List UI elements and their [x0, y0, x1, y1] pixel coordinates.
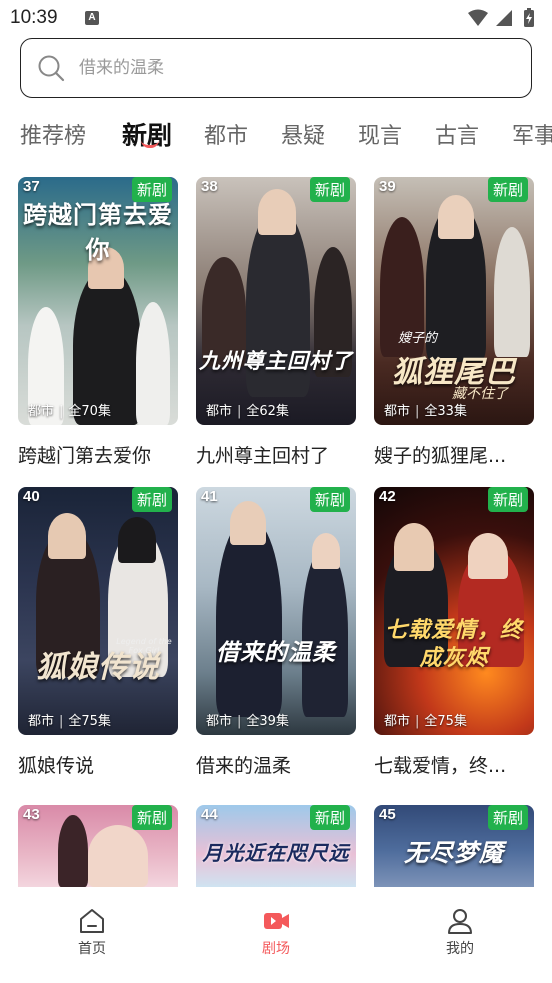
- new-badge: 新剧: [131, 805, 172, 830]
- search-icon: [38, 55, 65, 82]
- genre-label: 都市: [206, 404, 233, 419]
- rank-number: 42: [379, 488, 396, 505]
- drama-card[interactable]: 九州尊主回村了 38 新剧 都市 | 全62集 九州尊主回村了: [196, 177, 356, 468]
- user-icon: [448, 909, 472, 934]
- new-badge: 新剧: [309, 805, 350, 830]
- drama-meta: 都市 | 全70集: [28, 404, 111, 419]
- drama-meta: 都市 | 全33集: [384, 404, 467, 419]
- tab-urban[interactable]: 都市: [204, 118, 248, 150]
- episodes-label: 全33集: [424, 404, 467, 419]
- poster: 嫂子的 狐狸尾巴 藏不住了 39 新剧 都市 | 全33集: [374, 177, 534, 425]
- genre-label: 都市: [384, 714, 411, 729]
- genre-label: 都市: [28, 404, 55, 419]
- episodes-label: 全75集: [68, 714, 111, 729]
- home-icon: [80, 909, 104, 933]
- new-badge: 新剧: [487, 177, 528, 202]
- rank-number: 44: [201, 806, 218, 823]
- bottom-navigation: 首页 剧场 我的: [0, 888, 552, 983]
- search-box[interactable]: [20, 38, 532, 98]
- poster-title: 无尽梦魇: [404, 839, 504, 867]
- drama-title[interactable]: 狐娘传说: [18, 751, 178, 778]
- drama-card[interactable]: 月光近在咫尺远 44 新剧: [196, 805, 356, 887]
- episodes-label: 全75集: [424, 714, 467, 729]
- rank-number: 40: [23, 488, 40, 505]
- new-badge: 新剧: [131, 177, 172, 202]
- drama-title[interactable]: 九州尊主回村了: [196, 441, 356, 468]
- nav-profile[interactable]: 我的: [410, 906, 510, 958]
- drama-card[interactable]: 嫂子的 狐狸尾巴 藏不住了 39 新剧 都市 | 全33集 嫂子的狐狸尾...: [374, 177, 534, 468]
- tab-recommend[interactable]: 推荐榜: [20, 118, 86, 150]
- drama-card[interactable]: 七载爱情，终成灰烬 42 新剧 都市 | 全75集 七载爱情，终...: [374, 487, 534, 778]
- rank-number: 39: [379, 178, 396, 195]
- drama-card[interactable]: 无尽梦魇 45 新剧: [374, 805, 534, 887]
- new-badge: 新剧: [487, 487, 528, 512]
- status-bar: 10:39 A: [0, 0, 552, 36]
- notification-a-icon: A: [85, 11, 99, 25]
- rank-number: 45: [379, 806, 396, 823]
- nav-theater[interactable]: 剧场: [226, 906, 326, 958]
- poster-title: 借来的温柔: [216, 640, 336, 666]
- episodes-label: 全62集: [246, 404, 289, 419]
- poster: 月光近在咫尺远 44 新剧: [196, 805, 356, 887]
- tab-modern-romance[interactable]: 现言: [358, 118, 402, 150]
- rank-number: 38: [201, 178, 218, 195]
- drama-title[interactable]: 借来的温柔: [196, 751, 356, 778]
- nav-home-label: 首页: [78, 941, 106, 957]
- drama-card[interactable]: 狐娘传说 Legend of the Fox Girl 40 新剧 都市 | 全75…: [18, 487, 178, 778]
- drama-meta: 都市 | 全62集: [206, 404, 289, 419]
- poster: 43 新剧: [18, 805, 178, 887]
- drama-title[interactable]: 跨越门第去爱你: [18, 441, 178, 468]
- drama-meta: 都市 | 全39集: [206, 714, 289, 729]
- new-badge: 新剧: [487, 805, 528, 830]
- tab-ancient-romance[interactable]: 古言: [435, 118, 479, 150]
- drama-card[interactable]: 43 新剧: [18, 805, 178, 887]
- nav-home[interactable]: 首页: [42, 906, 142, 958]
- poster: 九州尊主回村了 38 新剧 都市 | 全62集: [196, 177, 356, 425]
- video-icon: [264, 913, 289, 929]
- category-tabs: 推荐榜 新剧 都市 悬疑 现言 古言 军事: [0, 112, 552, 162]
- poster-title: 九州尊主回村了: [199, 349, 353, 373]
- signal-icon: [496, 10, 512, 26]
- poster: 借来的温柔 41 新剧 都市 | 全39集: [196, 487, 356, 735]
- drama-title[interactable]: 嫂子的狐狸尾...: [374, 441, 534, 468]
- wifi-icon: [468, 9, 488, 26]
- drama-meta: 都市 | 全75集: [384, 714, 467, 729]
- drama-grid: 跨越门第去爱你 37 新剧 都市 | 全70集 跨越门第去爱你 九州尊主回村了 38…: [0, 177, 552, 887]
- nav-theater-label: 剧场: [262, 941, 290, 957]
- poster: 跨越门第去爱你 37 新剧 都市 | 全70集: [18, 177, 178, 425]
- drama-meta: 都市 | 全75集: [28, 714, 111, 729]
- poster-title: 跨越门第去爱你: [23, 201, 173, 264]
- nav-profile-label: 我的: [446, 941, 474, 957]
- episodes-label: 全70集: [68, 404, 111, 419]
- new-badge: 新剧: [131, 487, 172, 512]
- tab-suspense[interactable]: 悬疑: [281, 118, 325, 150]
- poster-title: 七载爱情，终成灰烬: [384, 618, 523, 671]
- episodes-label: 全39集: [246, 714, 289, 729]
- status-icons: [468, 8, 534, 27]
- drama-card[interactable]: 跨越门第去爱你 37 新剧 都市 | 全70集 跨越门第去爱你: [18, 177, 178, 468]
- poster: 无尽梦魇 45 新剧: [374, 805, 534, 887]
- poster: 狐娘传说 Legend of the Fox Girl 40 新剧 都市 | 全75…: [18, 487, 178, 735]
- search-input[interactable]: [79, 47, 509, 89]
- poster-title: 月光近在咫尺远: [202, 841, 350, 865]
- drama-card[interactable]: 借来的温柔 41 新剧 都市 | 全39集 借来的温柔: [196, 487, 356, 778]
- new-badge: 新剧: [309, 177, 350, 202]
- status-time: 10:39: [10, 7, 58, 28]
- genre-label: 都市: [206, 714, 233, 729]
- new-badge: 新剧: [309, 487, 350, 512]
- genre-label: 都市: [384, 404, 411, 419]
- poster-tagline: Legend of the Fox Girl: [116, 637, 172, 655]
- poster: 七载爱情，终成灰烬 42 新剧 都市 | 全75集: [374, 487, 534, 735]
- poster-subtitle: 嫂子的: [398, 331, 438, 346]
- tab-military[interactable]: 军事: [512, 118, 552, 150]
- rank-number: 41: [201, 488, 218, 505]
- rank-number: 37: [23, 178, 40, 195]
- rank-number: 43: [23, 806, 40, 823]
- genre-label: 都市: [28, 714, 55, 729]
- drama-title[interactable]: 七载爱情，终...: [374, 751, 534, 778]
